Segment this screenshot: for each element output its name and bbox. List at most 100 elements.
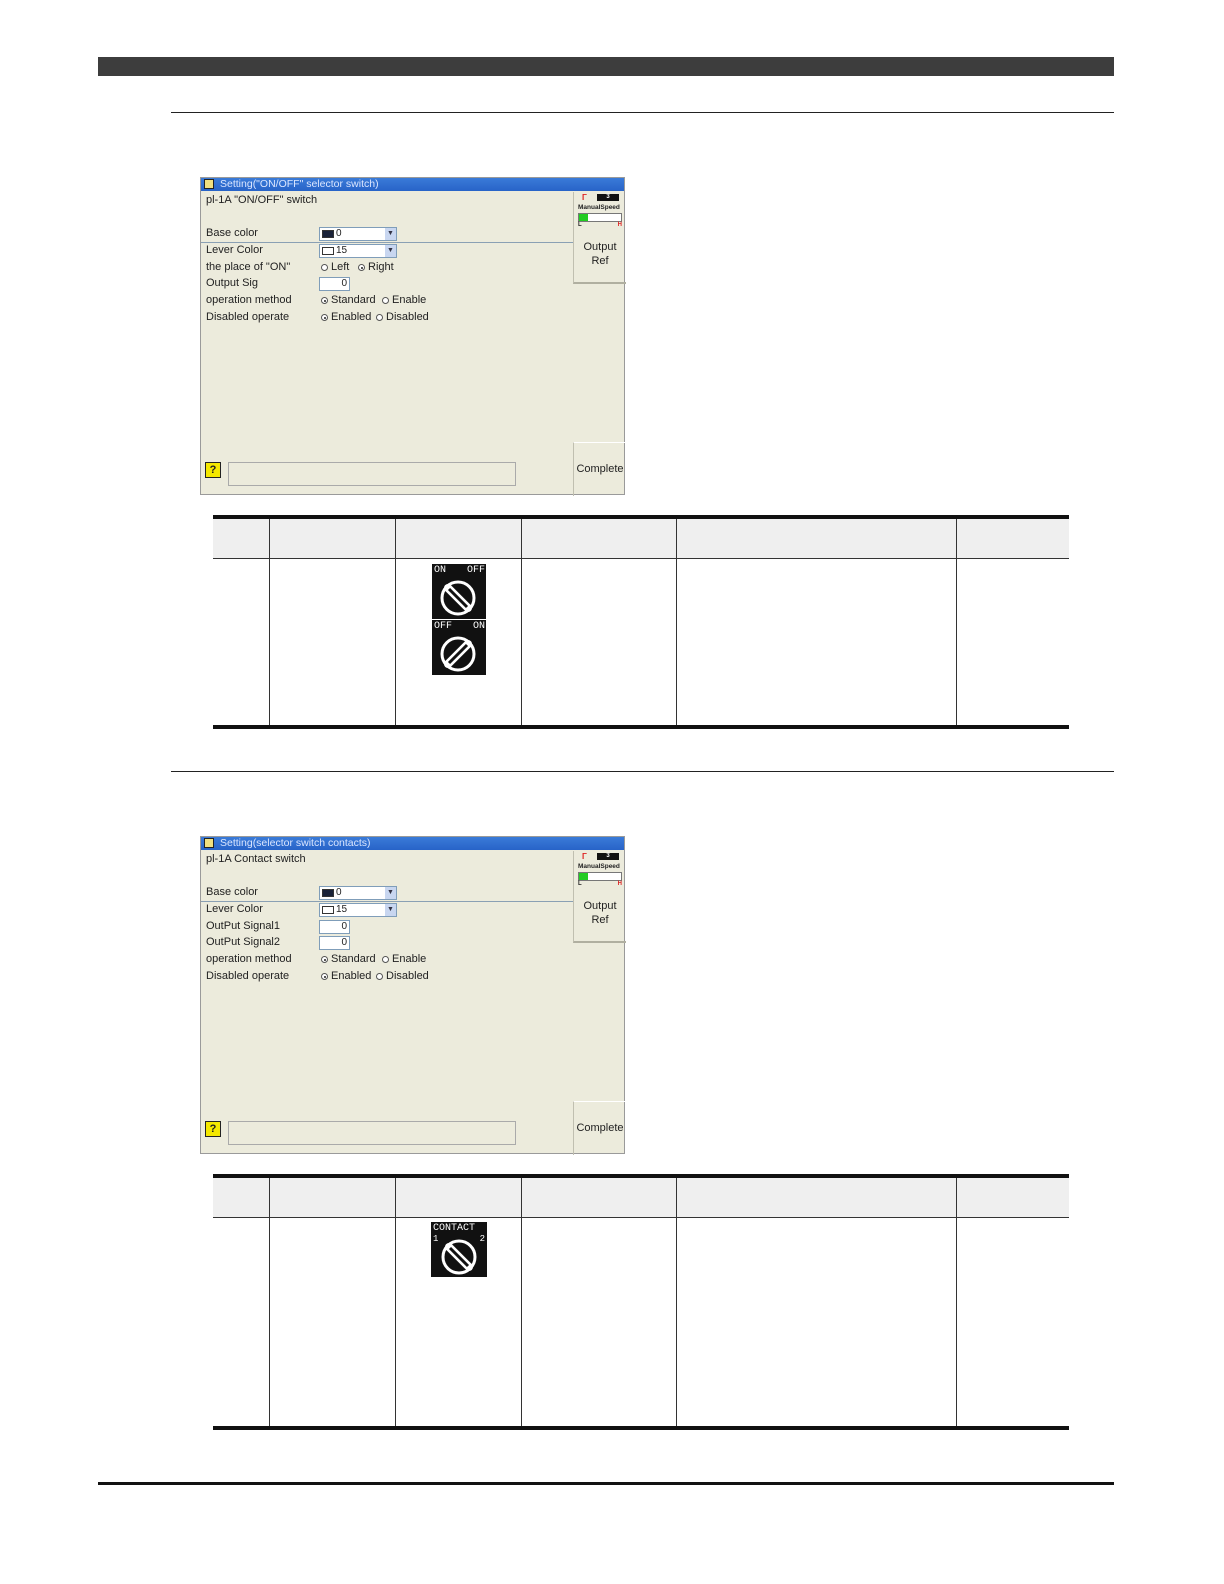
signal-icon: Γ [582,852,587,861]
output-ref-line2: Ref [591,255,609,267]
speed-low: L [578,222,582,228]
radio-enabled[interactable] [321,314,328,321]
status-indicator: 3 [597,853,619,860]
table-header [213,519,1069,559]
output-ref-line1: Output [583,241,617,253]
speed-high: H [617,222,622,228]
speed-bar [578,872,622,881]
base-color-value: 0 [336,887,342,898]
chevron-down-icon[interactable]: ▼ [385,904,396,916]
off-on-knob-icon: OFF ON [432,620,486,675]
right-panel: Γ 3 ManualSpeed L H Output Ref [573,851,626,943]
radio-enable[interactable] [382,297,389,304]
section-divider [171,112,1114,113]
radio-right-label: Right [368,261,394,273]
lever-color-value: 15 [336,245,348,256]
speed-high: H [617,881,622,887]
knob-left-text: ON [434,565,447,576]
column-rule [956,519,957,725]
output-ref-line2: Ref [591,914,609,926]
complete-button[interactable]: Complete [573,1101,626,1155]
help-message-box [228,1121,516,1145]
base-color-select[interactable]: 0 ▼ [319,227,397,241]
radio-standard[interactable] [321,297,328,304]
on-off-knob-icon: ON OFF [432,564,486,619]
column-rule [521,1178,522,1426]
on-place-label: the place of "ON" [206,261,291,273]
window-icon [204,838,214,848]
window-icon [204,179,214,189]
chevron-down-icon[interactable]: ▼ [385,228,396,240]
on-off-settings-dialog: Setting("ON/OFF" selector switch) pl-1A … [200,177,626,496]
chevron-down-icon[interactable]: ▼ [385,887,396,899]
speed-bar [578,213,622,222]
dialog-subtitle: pl-1A "ON/OFF" switch [206,194,318,206]
lever-color-label: Lever Color [206,244,263,256]
knob-title-text: CONTACT [433,1223,476,1234]
dialog-title: Setting(selector switch contacts) [220,837,371,849]
output-signal2-input[interactable]: 0 [319,936,350,950]
knob-left-text: OFF [434,621,453,632]
parts-table-1: ON OFF OFF ON [213,515,1069,729]
output-sig-input[interactable]: 0 [319,277,350,291]
knob-right-text: 2 [479,1234,485,1244]
lever-color-value: 15 [336,904,348,915]
signal-icon: Γ [582,193,587,202]
right-panel: Γ 3 ManualSpeed L H Output Ref [573,192,626,284]
separator-line [201,901,573,902]
column-rule [956,1178,957,1426]
base-color-select[interactable]: 0 ▼ [319,886,397,900]
column-rule [676,519,677,725]
output-signal1-input[interactable]: 0 [319,920,350,934]
page-header-bar [98,57,1114,76]
output-ref-button[interactable]: Output Ref [574,240,626,268]
radio-enabled-label: Enabled [331,970,372,982]
radio-disabled[interactable] [376,314,383,321]
knob-left-text: 1 [433,1234,439,1244]
column-rule [395,1178,396,1426]
column-rule [269,1178,270,1426]
contact-knob-icon: CONTACT 1 2 [431,1222,487,1277]
lever-color-select[interactable]: 15 ▼ [319,244,397,258]
radio-enable-label: Enable [392,953,427,965]
base-color-value: 0 [336,228,342,239]
radio-left-label: Left [331,261,350,273]
complete-button[interactable]: Complete [573,442,626,496]
speed-label: ManualSpeed [578,863,620,870]
radio-left[interactable] [321,264,328,271]
radio-right[interactable] [358,264,365,271]
disabled-operate-label: Disabled operate [206,311,290,323]
output-signal1-label: OutPut Signal1 [206,920,280,932]
output-signal2-label: OutPut Signal2 [206,936,280,948]
disabled-operate-label: Disabled operate [206,970,290,982]
help-icon[interactable]: ? [205,462,221,478]
radio-enabled-label: Enabled [331,311,372,323]
output-ref-button[interactable]: Output Ref [574,899,626,927]
radio-standard[interactable] [321,956,328,963]
radio-disabled-label: Disabled [386,970,429,982]
section-divider [171,771,1114,772]
color-swatch [322,247,334,255]
speed-status: Γ 3 ManualSpeed L H [577,194,623,230]
radio-disabled[interactable] [376,973,383,980]
color-swatch [322,230,334,238]
radio-standard-label: Standard [331,953,376,965]
operation-method-label: operation method [206,294,292,306]
radio-enable[interactable] [382,956,389,963]
separator-line [201,242,573,243]
lever-color-select[interactable]: 15 ▼ [319,903,397,917]
speed-status: Γ 3 ManualSpeed L H [577,853,623,889]
base-color-label: Base color [206,227,258,239]
speed-bar-fill [579,873,589,880]
radio-enabled[interactable] [321,973,328,980]
parts-table-2: CONTACT 1 2 [213,1174,1069,1430]
page-footer-rule [98,1482,1114,1485]
column-rule [395,519,396,725]
speed-low: L [578,881,582,887]
chevron-down-icon[interactable]: ▼ [385,245,396,257]
base-color-label: Base color [206,886,258,898]
radio-disabled-label: Disabled [386,311,429,323]
color-swatch [322,906,334,914]
radio-enable-label: Enable [392,294,427,306]
help-icon[interactable]: ? [205,1121,221,1137]
